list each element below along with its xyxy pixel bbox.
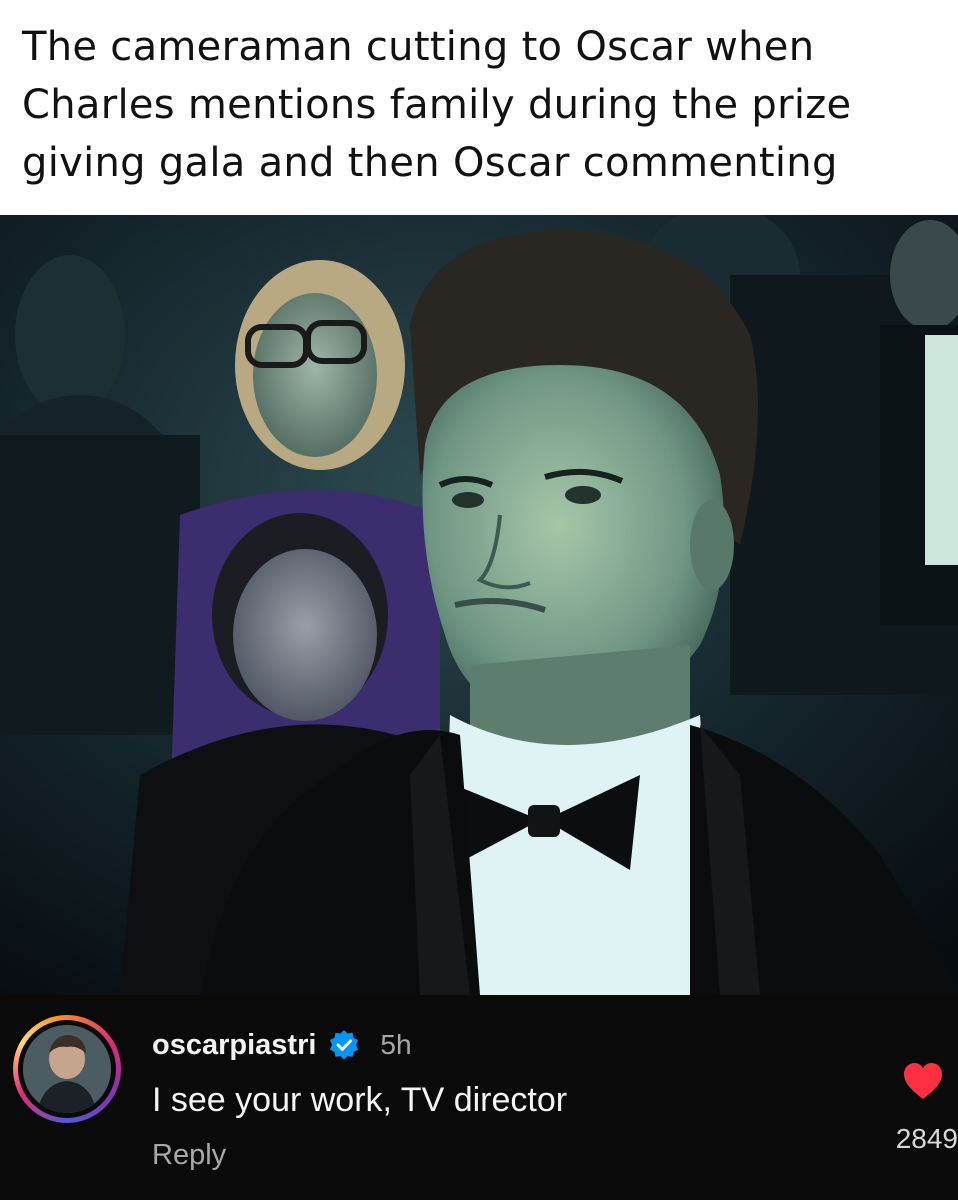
avatar-image: [23, 1025, 111, 1113]
avatar[interactable]: [23, 1025, 111, 1113]
comment-header: oscarpiastri 5h: [152, 1025, 412, 1065]
comment-text: I see your work, TV director: [152, 1081, 568, 1119]
meme-caption: The cameraman cutting to Oscar when Char…: [0, 0, 958, 215]
instagram-comment: oscarpiastri 5h I see your work, TV dire…: [0, 995, 958, 1200]
caption-line-3: giving gala and then Oscar commenting: [22, 140, 838, 186]
caption-line-1: The cameraman cutting to Oscar when: [22, 24, 815, 70]
comment-username[interactable]: oscarpiastri: [152, 1029, 316, 1062]
gala-photo-illustration: [0, 215, 958, 995]
comment-timestamp: 5h: [380, 1029, 412, 1060]
heart-icon[interactable]: [902, 1061, 944, 1101]
gala-photo: [0, 215, 958, 995]
like-count: 2849: [895, 1123, 958, 1154]
reply-button[interactable]: Reply: [152, 1139, 226, 1172]
caption-line-2: Charles mentions family during the prize: [22, 82, 852, 128]
avatar-story-ring[interactable]: [13, 1015, 121, 1123]
verified-badge-icon: [328, 1029, 360, 1061]
